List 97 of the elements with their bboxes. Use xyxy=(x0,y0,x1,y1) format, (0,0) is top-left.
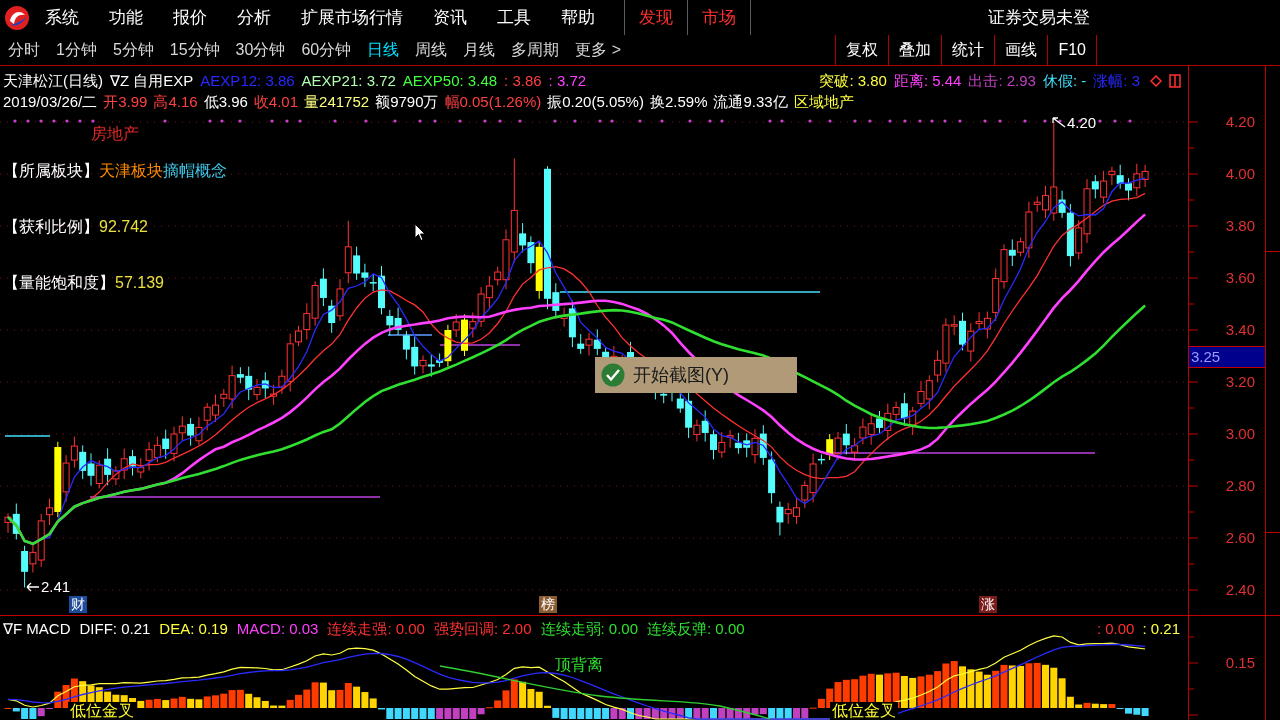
menu-item[interactable]: 工具 xyxy=(482,0,546,35)
quote-field: 高4.16 xyxy=(153,92,198,111)
annotation-label: 【量能饱和度】 xyxy=(3,273,115,293)
indicator-reading: : 0.21 xyxy=(1142,620,1180,638)
quote-field: 区域地产 xyxy=(793,92,854,111)
check-icon xyxy=(601,363,625,387)
period-tab[interactable]: 30分钟 xyxy=(227,35,294,65)
indicator-reading: : 3.86 xyxy=(504,71,542,90)
period-tab[interactable]: 更多 > xyxy=(567,35,629,65)
diamond-icon[interactable] xyxy=(1150,74,1162,87)
signal-label: 低位金叉 xyxy=(830,702,898,720)
sector-label: 房地产 xyxy=(91,125,139,143)
indicator-reading: AEXP21: 3.72 xyxy=(301,71,396,90)
indicator-reading: 连续走弱: 0.00 xyxy=(540,620,639,638)
indicator-reading: 突破: 3.80 xyxy=(819,71,887,90)
annotation-value: 57.139 xyxy=(115,273,164,293)
price-tick-label: 3.40 xyxy=(1225,321,1255,339)
period-tab[interactable]: 15分钟 xyxy=(161,35,228,65)
low-price-label: 2.41 xyxy=(41,578,71,595)
app-logo-icon[interactable] xyxy=(4,4,30,31)
menu-item[interactable]: 系统 xyxy=(30,0,94,35)
indicator-reading: ∇Z 自用EXP xyxy=(110,71,194,90)
screenshot-menu-item[interactable]: 开始截图(Y) xyxy=(595,357,797,393)
menu-item[interactable]: 分析 xyxy=(222,0,286,35)
indicator-reading: AEXP50: 3.48 xyxy=(402,71,498,90)
indicator-reading: 强势回调: 2.00 xyxy=(433,620,532,638)
price-tick-label: 2.40 xyxy=(1225,581,1255,599)
toolbar-button[interactable]: 画线 xyxy=(994,35,1048,65)
menu-item[interactable]: 功能 xyxy=(94,0,158,35)
indicator-title: ∇F MACD xyxy=(3,620,71,638)
period-tab[interactable]: 多周期 xyxy=(503,35,568,65)
toolbar-button[interactable]: F10 xyxy=(1047,35,1096,65)
high-price-label: 4.20 xyxy=(1067,114,1097,131)
price-tick-label: 4.20 xyxy=(1225,113,1255,131)
menu-item[interactable]: 资讯 xyxy=(418,0,482,35)
indicator-tick-label: 0.15 xyxy=(1225,654,1255,672)
chart-title: 天津松江(日线) xyxy=(3,71,103,90)
annotation-value: 摘帽概念 xyxy=(163,161,227,181)
price-tick-label: 3.80 xyxy=(1225,217,1255,235)
period-tab[interactable]: 分时 xyxy=(0,35,48,65)
menu-item[interactable]: 报价 xyxy=(158,0,222,35)
signal-label: 低位金叉 xyxy=(68,702,136,720)
indicator-reading: 出击: 2.93 xyxy=(968,71,1036,90)
annotation-value: 天津板块 xyxy=(99,161,163,181)
quote-field: 额9790万 xyxy=(375,92,439,111)
toolbar-button[interactable]: 复权 xyxy=(835,35,889,65)
panel-toggle-icon[interactable] xyxy=(1169,73,1181,88)
price-tick-label: 2.60 xyxy=(1225,529,1255,547)
quote-field: 量241752 xyxy=(304,92,370,111)
period-tab[interactable]: 1分钟 xyxy=(48,35,105,65)
annotation-label: 【所属板块】 xyxy=(3,161,99,181)
menu-item[interactable]: 扩展市场行情 xyxy=(286,0,418,35)
signal-tag: 涨 xyxy=(979,596,997,613)
pointer-arrow-icon xyxy=(1052,116,1066,129)
indicator-reading: DIFF: 0.21 xyxy=(79,620,151,638)
indicator-reading: : 0.00 xyxy=(1096,620,1135,638)
indicator-reading: 距离: 5.44 xyxy=(893,71,962,90)
price-tick-label: 3.20 xyxy=(1225,373,1255,391)
mouse-pointer-icon xyxy=(414,223,426,242)
price-tick-label: 3.60 xyxy=(1225,269,1255,287)
period-tab[interactable]: 日线 xyxy=(359,35,408,65)
period-tab[interactable]: 5分钟 xyxy=(104,35,162,65)
quote-field: 开3.99 xyxy=(103,92,148,111)
indicator-reading: : 3.72 xyxy=(548,71,587,90)
quote-field: 流通9.33亿 xyxy=(713,92,788,111)
level-line xyxy=(4,435,51,437)
quote-field: 换2.59% xyxy=(649,92,708,111)
period-tab[interactable]: 60分钟 xyxy=(293,35,360,65)
signal-tag: 榜 xyxy=(539,596,557,613)
indicator-reading: 涨幅: 3 xyxy=(1093,71,1140,90)
toolbar-button[interactable]: 叠加 xyxy=(888,35,942,65)
period-tab[interactable]: 周线 xyxy=(407,35,456,65)
indicator-reading: MACD: 0.03 xyxy=(236,620,319,638)
annotation-value: 92.742 xyxy=(99,217,148,237)
quote-field: 收4.01 xyxy=(253,92,299,111)
price-tick-label: 2.80 xyxy=(1225,477,1255,495)
quote-field: 低3.96 xyxy=(203,92,248,111)
indicator-reading: AEXP12: 3.86 xyxy=(200,71,295,90)
annotation-label: 【获利比例】 xyxy=(3,217,99,237)
indicator-reading: DEA: 0.19 xyxy=(159,620,228,638)
quote-field: 振0.20(5.05%) xyxy=(547,92,644,111)
menu-item[interactable]: 帮助 xyxy=(546,0,610,35)
indicator-reading: 连续走强: 0.00 xyxy=(327,620,425,638)
level-line xyxy=(387,334,433,336)
signal-label: 顶背离 xyxy=(555,656,603,674)
price-tick-label: 4.00 xyxy=(1225,165,1255,183)
login-status: 证券交易未登 xyxy=(988,6,1090,29)
current-price-label: 3.25 xyxy=(1189,346,1265,368)
pointer-arrow-icon xyxy=(26,581,40,592)
toolbar-button[interactable]: 统计 xyxy=(941,35,995,65)
indicator-reading: 连续反弹: 0.00 xyxy=(647,620,745,638)
quote-field: 幅0.05(1.26%) xyxy=(444,92,542,111)
period-tab[interactable]: 月线 xyxy=(455,35,504,65)
quote-date: 2019/03/26/二 xyxy=(3,92,98,111)
indicator-reading: 休假: - xyxy=(1042,71,1087,90)
signal-tag: 财 xyxy=(69,596,87,613)
price-tick-label: 3.00 xyxy=(1225,425,1255,443)
